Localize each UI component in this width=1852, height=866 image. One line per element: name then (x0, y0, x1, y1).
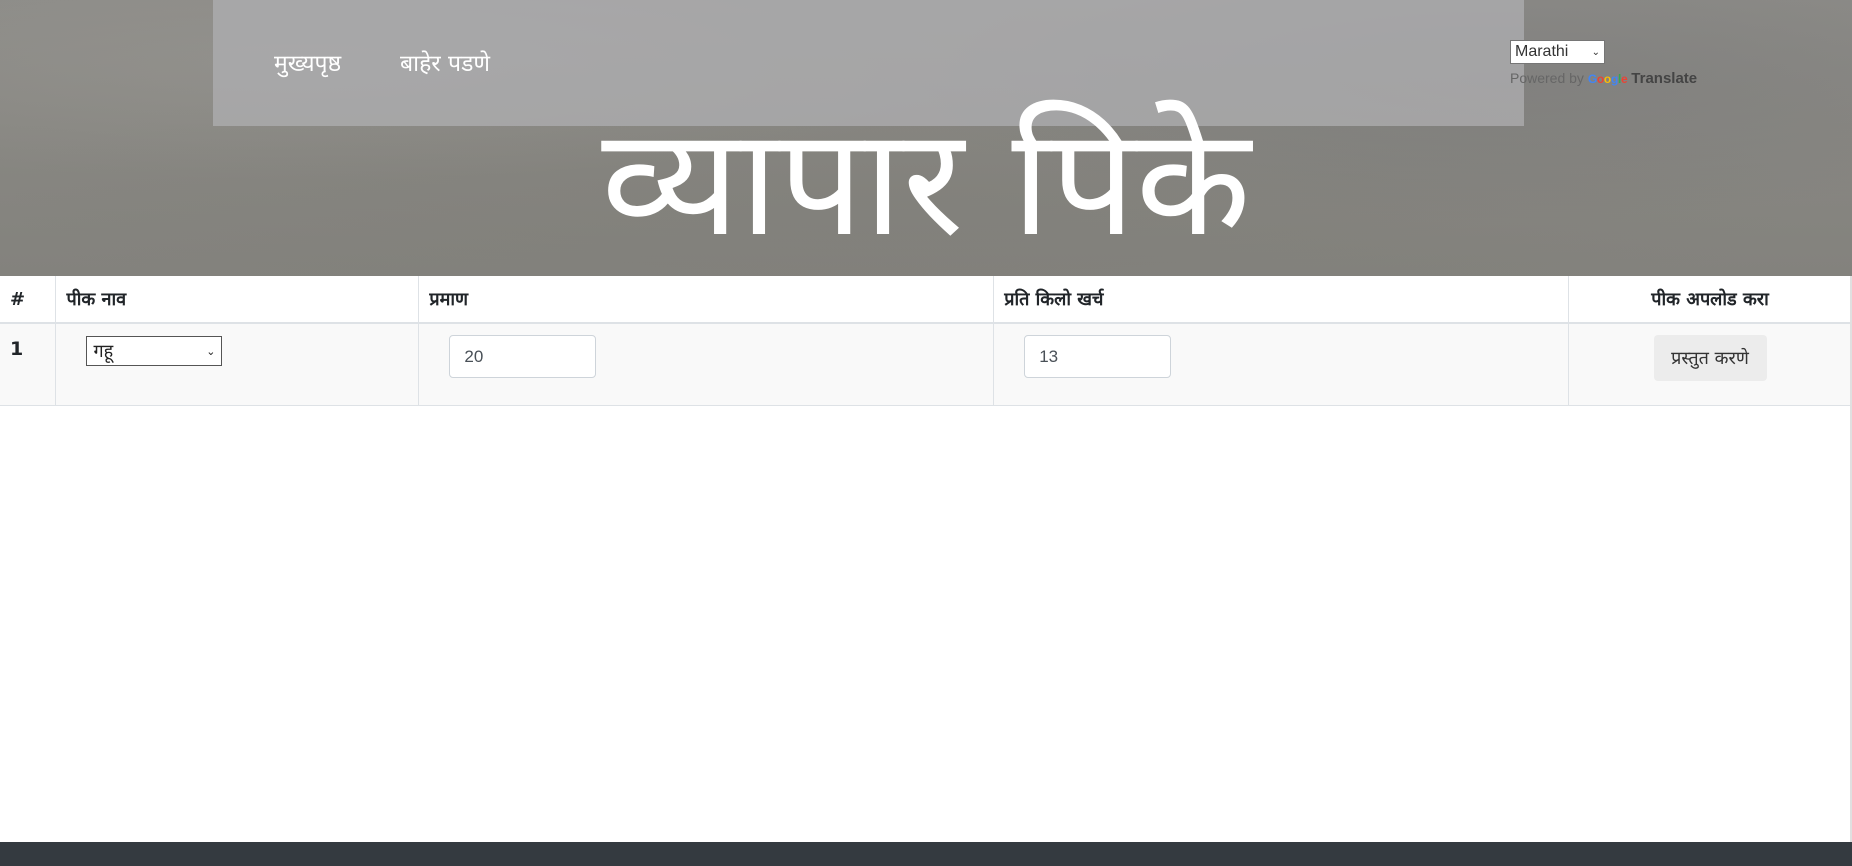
row-number: 1 (10, 338, 24, 360)
chevron-down-icon: ⌄ (1591, 46, 1600, 58)
language-select[interactable]: Marathi ⌄ (1510, 40, 1605, 64)
price-per-kg-input[interactable]: 13 (1024, 335, 1172, 378)
crop-select[interactable]: गहू ⌄ (86, 336, 223, 366)
submit-button[interactable]: प्रस्तुत करणे (1653, 335, 1767, 381)
quantity-input[interactable]: 20 (449, 335, 597, 378)
crop-select-value: गहू (93, 341, 114, 362)
footer-bar (0, 842, 1852, 866)
cell-upload: प्रस्तुत करणे (1568, 323, 1852, 406)
powered-by-label: Powered by (1510, 70, 1584, 86)
header-crop-name: पीक नाव (55, 276, 420, 324)
table-row: 1 गहू ⌄ 20 13 प्रस्तुत करणे (0, 323, 1852, 406)
nav-home-link[interactable]: मुख्यपृष्ठ (274, 46, 341, 78)
page-title: व्यापार पिके (601, 96, 1251, 270)
header-upload-crop: पीक अपलोड करा (1568, 276, 1852, 324)
translate-link[interactable]: Translate (1631, 70, 1697, 87)
cell-price-per-kg: 13 (993, 323, 1570, 406)
cell-quantity: 20 (418, 323, 995, 406)
header-price-per-kg: प्रति किलो खर्च (993, 276, 1570, 324)
language-select-value: Marathi (1515, 43, 1569, 60)
nav-logout-link[interactable]: बाहेर पडणे (400, 46, 490, 78)
cell-crop-name: गहू ⌄ (55, 323, 420, 406)
header-quantity: प्रमाण (418, 276, 995, 324)
powered-by-google-translate: Powered by Google Translate (1510, 70, 1697, 87)
google-logo: Google (1587, 72, 1628, 86)
crop-table: # पीक नाव प्रमाण प्रति किलो खर्च पीक अपल… (0, 276, 1852, 406)
header-index: # (0, 276, 57, 324)
google-translate-widget: Marathi ⌄ Powered by Google Translate (1510, 40, 1697, 87)
chevron-down-icon: ⌄ (206, 344, 216, 358)
hero-banner: मुख्यपृष्ठ बाहेर पडणे Marathi ⌄ Powered … (0, 0, 1852, 276)
table-header-row: # पीक नाव प्रमाण प्रति किलो खर्च पीक अपल… (0, 276, 1852, 324)
cell-index: 1 (0, 323, 57, 406)
